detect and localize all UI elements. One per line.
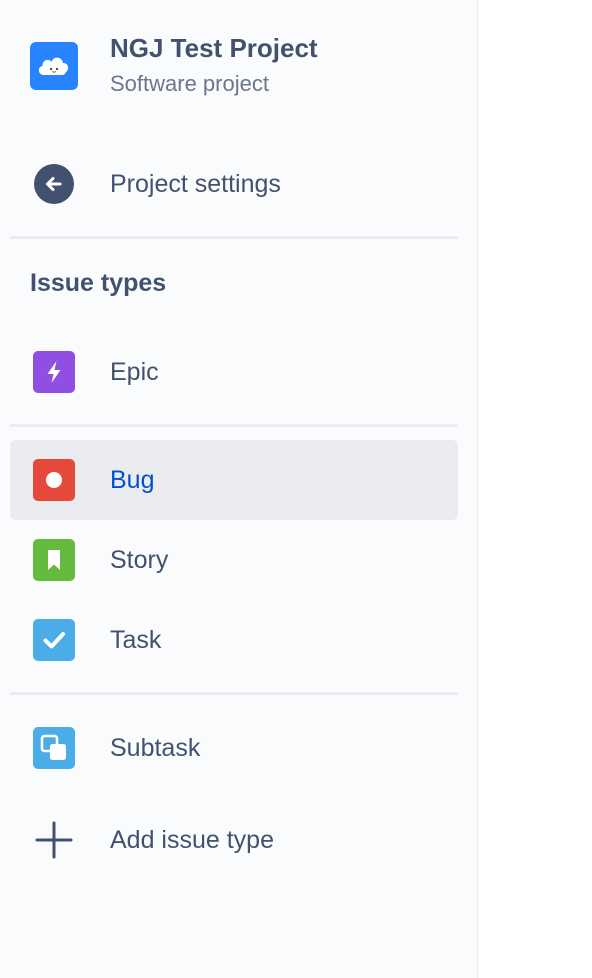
project-settings-back-link[interactable]: Project settings [10, 144, 458, 224]
divider [10, 424, 458, 427]
story-icon [32, 538, 76, 582]
issue-type-epic[interactable]: Epic [10, 332, 458, 412]
divider [10, 236, 458, 239]
issue-type-label: Bug [110, 465, 155, 494]
issue-type-task[interactable]: Task [10, 600, 458, 680]
issue-type-story[interactable]: Story [10, 520, 458, 600]
issue-type-bug[interactable]: Bug [10, 440, 458, 520]
cloud-icon [38, 57, 69, 75]
project-settings-label: Project settings [110, 169, 281, 198]
issue-type-subtask[interactable]: Subtask [10, 708, 458, 788]
issue-type-label: Task [110, 625, 162, 654]
issue-type-label: Epic [110, 357, 159, 386]
add-issue-type-label: Add issue type [110, 825, 274, 854]
add-issue-type-button[interactable]: Add issue type [10, 800, 458, 880]
subtask-icon [32, 726, 76, 770]
divider [10, 692, 458, 695]
project-sidebar: NGJ Test Project Software project Projec… [0, 0, 478, 978]
epic-icon [32, 350, 76, 394]
project-name: NGJ Test Project [110, 33, 318, 63]
issue-type-label: Subtask [110, 733, 201, 762]
project-header: NGJ Test Project Software project [30, 30, 460, 102]
plus-icon [32, 818, 76, 862]
issue-type-label: Story [110, 545, 169, 574]
project-type: Software project [110, 71, 269, 96]
bug-icon [32, 458, 76, 502]
issue-types-heading: Issue types [30, 269, 167, 297]
task-icon [32, 618, 76, 662]
main-content [478, 0, 592, 978]
arrow-left-circle-icon [32, 162, 76, 206]
project-avatar [30, 42, 78, 90]
